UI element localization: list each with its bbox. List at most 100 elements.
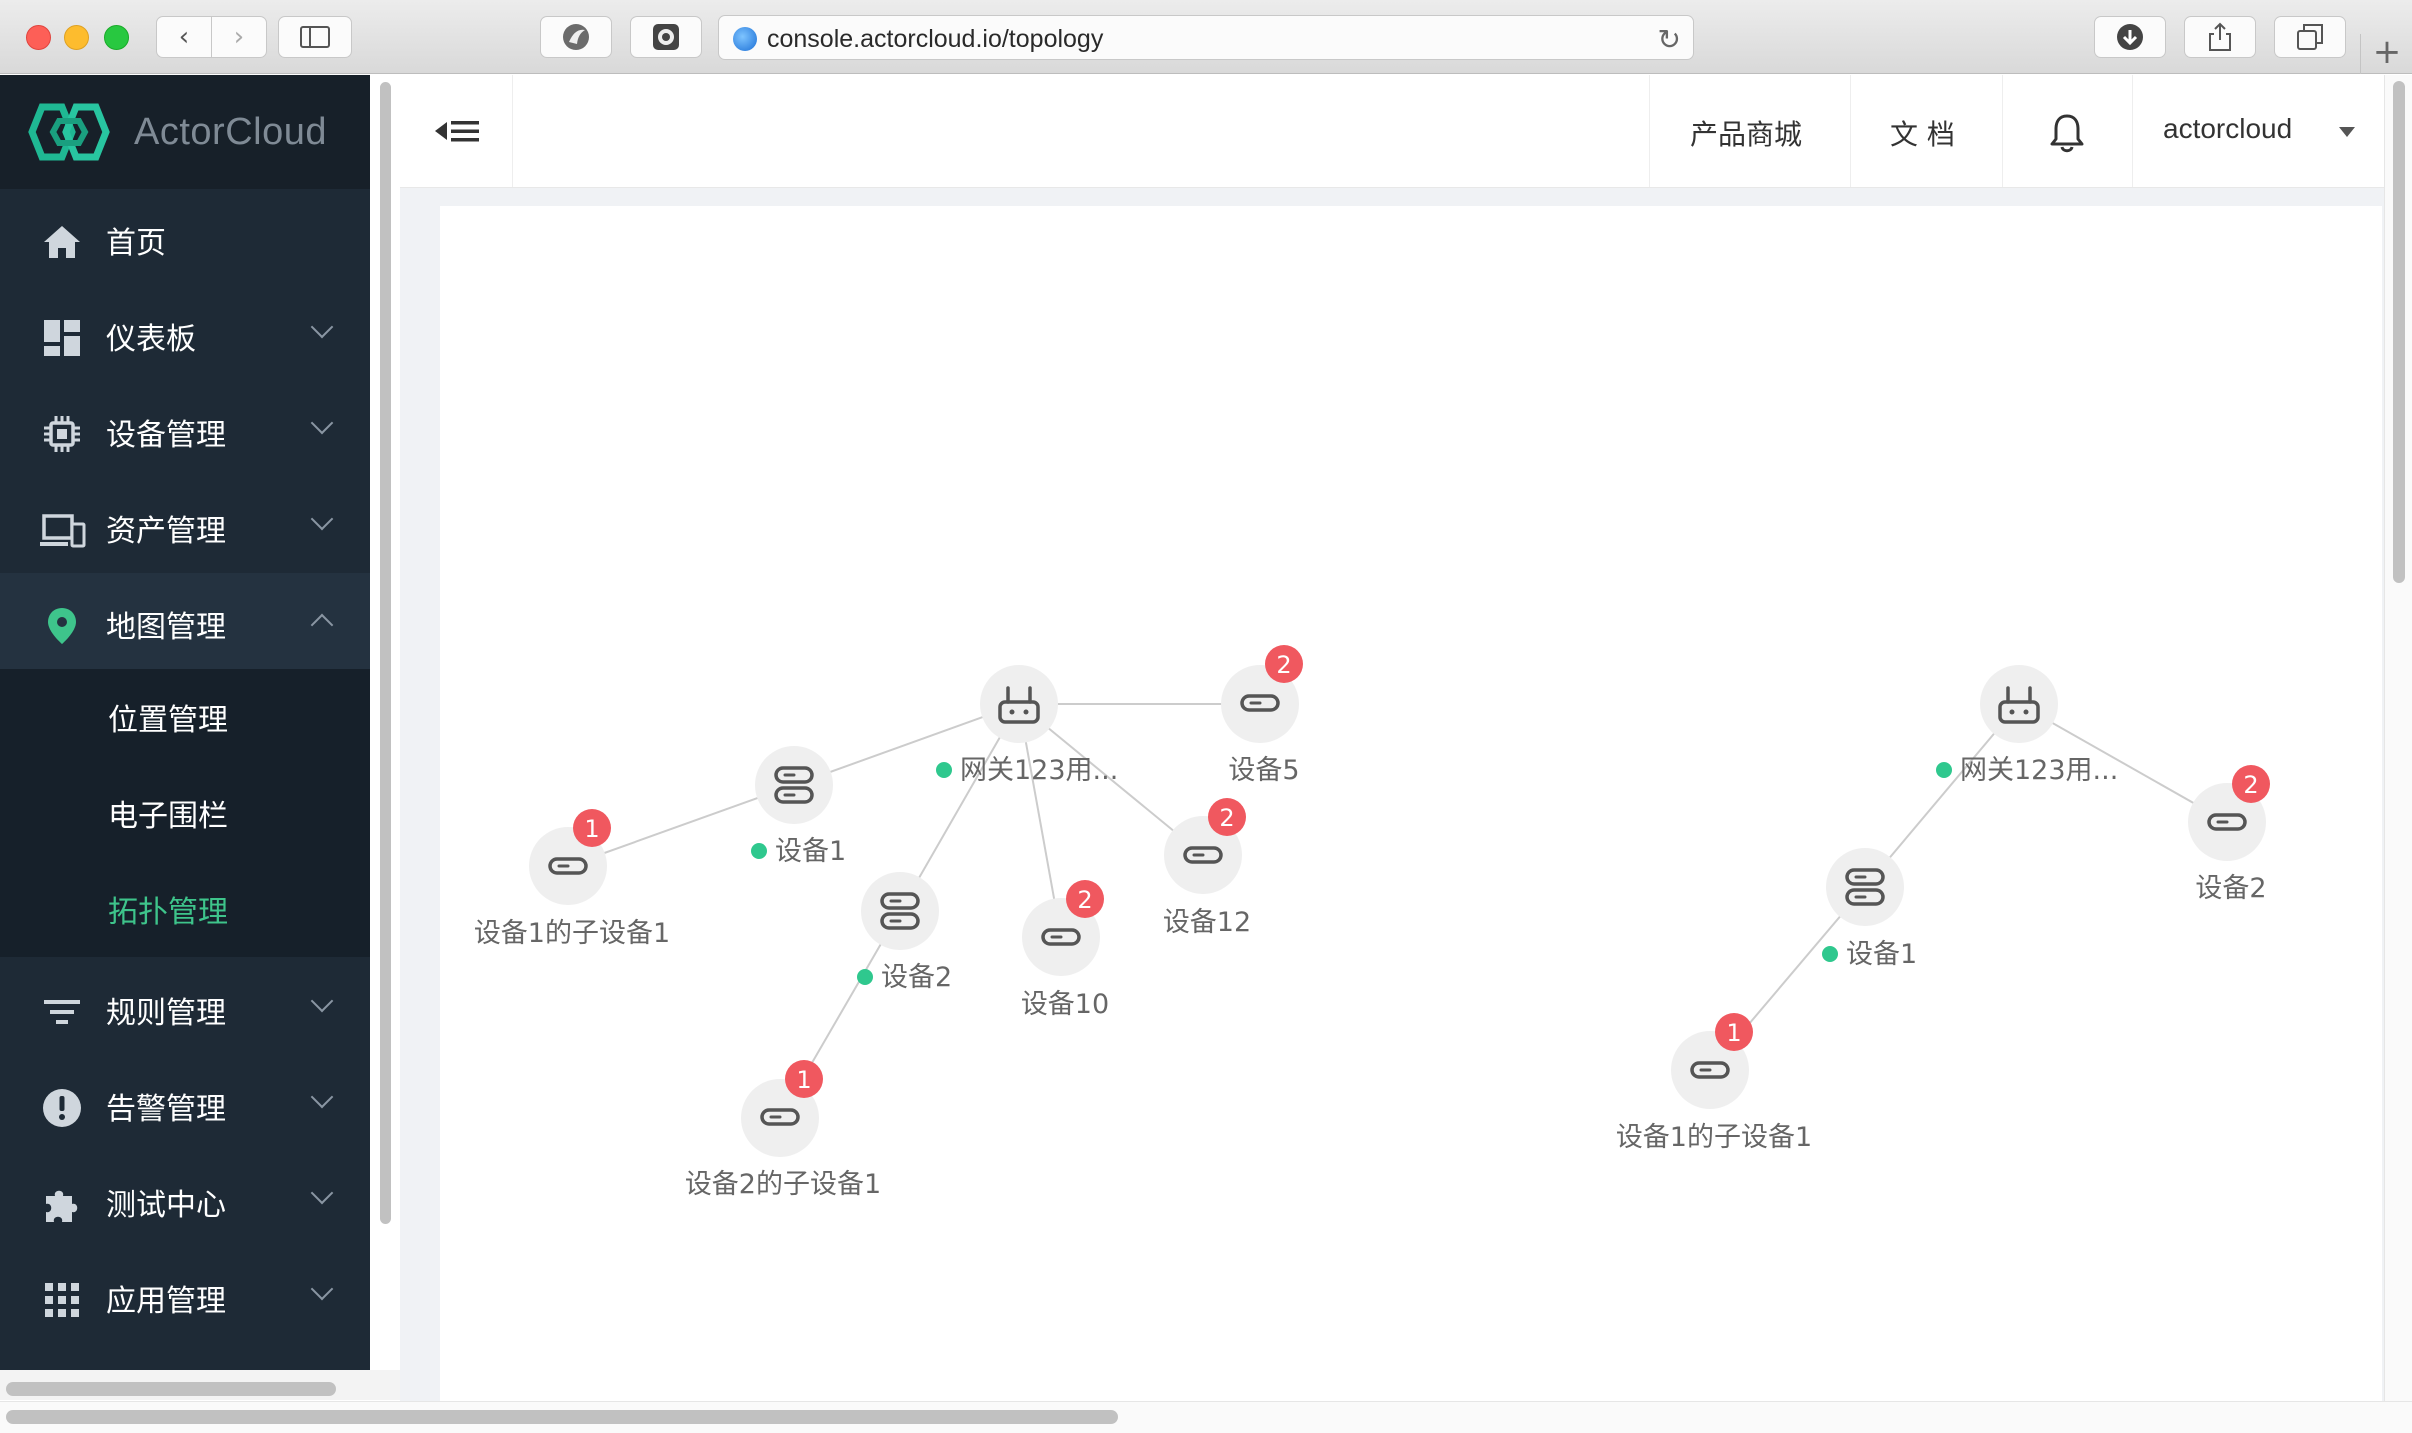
node-label: 网关123用... [1960, 755, 2118, 786]
topology-node-device-group[interactable]: 设备1 [1822, 848, 1917, 970]
online-status-dot [1822, 946, 1838, 962]
sidebar-item-rules[interactable]: 规则管理 [0, 959, 370, 1055]
caret-down-icon [2339, 127, 2355, 137]
dashboard-icon [44, 320, 80, 356]
topology-node-device[interactable]: 2 设备2 [2188, 765, 2270, 904]
extension-button[interactable] [540, 16, 612, 58]
divider [1649, 75, 1650, 187]
product-store-link[interactable]: 产品商城 [1690, 113, 1802, 153]
tabs-icon [2297, 24, 2323, 50]
bird-icon [563, 24, 589, 50]
topology-node-device[interactable]: 2 设备10 [1021, 880, 1109, 1020]
share-button[interactable] [2184, 16, 2256, 58]
topology-node-device-group[interactable]: 设备2 [857, 872, 952, 993]
sidebar-toggle-button[interactable] [278, 16, 352, 58]
scrollbar-thumb[interactable] [6, 1410, 1118, 1424]
topology-node-device[interactable]: 1 设备2的子设备1 [685, 1060, 881, 1200]
topology-graph[interactable]: 网关123用... 2 设备5 设备1 1 设备1的子设备1 设备2 1 设备2… [440, 206, 2382, 1401]
chevron-down-icon [310, 1277, 334, 1301]
scrollbar-thumb[interactable] [380, 82, 391, 1224]
submenu-item-topology[interactable]: 拓扑管理 [0, 861, 370, 957]
divider [1850, 75, 1851, 187]
sidebar-horizontal-scrollbar[interactable] [0, 1370, 400, 1400]
topology-node-device[interactable]: 2 设备12 [1163, 798, 1251, 938]
docs-link[interactable]: 文 档 [1890, 113, 1955, 153]
actorcloud-logo-icon [28, 103, 110, 161]
topology-node-device[interactable]: 1 设备1的子设备1 [1616, 1013, 1812, 1153]
node-label: 设备5 [1228, 755, 1299, 786]
topology-canvas[interactable]: 网关123用... 2 设备5 设备1 1 设备1的子设备1 设备2 1 设备2… [440, 206, 2382, 1401]
map-submenu: 位置管理 电子围栏 拓扑管理 [0, 669, 370, 957]
chevron-down-icon [310, 1085, 334, 1109]
extension-button-2[interactable] [630, 16, 702, 58]
top-header: 产品商城 文 档 actorcloud [400, 75, 2384, 188]
downloads-button[interactable] [2094, 16, 2166, 58]
back-button[interactable]: ‹ [156, 16, 212, 58]
scrollbar-thumb[interactable] [6, 1382, 336, 1396]
badge-count: 1 [1726, 1019, 1741, 1047]
node-label: 设备1的子设备1 [474, 918, 670, 949]
bell-icon[interactable] [2048, 113, 2086, 153]
logo-text: ActorCloud [134, 111, 327, 153]
page-horizontal-scrollbar[interactable] [0, 1401, 2412, 1433]
chevron-down-icon [310, 1181, 334, 1205]
forward-button[interactable]: › [211, 16, 267, 58]
app-logo[interactable]: ActorCloud [0, 75, 370, 189]
sidebar-item-map[interactable]: 地图管理 [0, 573, 370, 669]
puzzle-icon [46, 1190, 78, 1222]
sidebar-item-label: 资产管理 [106, 514, 226, 549]
zoom-window-button[interactable] [104, 25, 129, 50]
minimize-window-button[interactable] [64, 25, 89, 50]
camera-icon [653, 24, 679, 50]
chip-icon [44, 416, 80, 452]
submenu-item-geofence[interactable]: 电子围栏 [0, 765, 370, 861]
page-vertical-scrollbar[interactable] [2384, 75, 2412, 1401]
user-menu[interactable]: actorcloud [2133, 75, 2383, 187]
collapse-sidebar-button[interactable] [400, 75, 513, 187]
submenu-item-label: 拓扑管理 [108, 895, 228, 930]
sidebar-item-testing[interactable]: 测试中心 [0, 1151, 370, 1247]
online-status-dot [857, 969, 873, 985]
topology-node-gateway[interactable]: 网关123用... [1936, 665, 2118, 786]
topology-node-gateway[interactable]: 网关123用... [936, 665, 1118, 786]
new-tab-button[interactable]: + [2360, 34, 2412, 74]
topology-node-device[interactable]: 1 设备1的子设备1 [474, 809, 670, 949]
address-bar[interactable]: console.actorcloud.io/topology ↻ [718, 15, 1694, 60]
alert-icon [43, 1089, 81, 1127]
sidebar-item-apps[interactable]: 应用管理 [0, 1247, 370, 1343]
submenu-item-label: 电子围栏 [108, 799, 228, 834]
submenu-item-location[interactable]: 位置管理 [0, 669, 370, 765]
chevron-down-icon [310, 989, 334, 1013]
node-label: 设备2 [2195, 873, 2266, 904]
sidebar: ActorCloud 首页 仪表板 设备管理 资产管理 地图管理 位置管理 电子… [0, 75, 370, 1370]
sidebar-item-dashboard[interactable]: 仪表板 [0, 285, 370, 381]
sidebar-item-label: 测试中心 [106, 1188, 226, 1223]
sidebar-item-devices[interactable]: 设备管理 [0, 381, 370, 477]
chevron-right-icon: › [233, 22, 245, 52]
menu-collapse-icon [435, 121, 479, 142]
close-window-button[interactable] [26, 25, 51, 50]
sidebar-item-assets[interactable]: 资产管理 [0, 477, 370, 573]
badge-count: 1 [796, 1066, 811, 1094]
apps-grid-icon [45, 1283, 79, 1317]
topology-node-device[interactable]: 2 设备5 [1221, 645, 1303, 786]
chevron-down-icon [310, 315, 334, 339]
devices-icon [40, 514, 86, 548]
sidebar-scrollbar[interactable] [376, 82, 394, 1224]
sidebar-item-label: 地图管理 [106, 610, 226, 645]
topology-node-device-group[interactable]: 设备1 [751, 746, 846, 867]
sidebar-item-alerts[interactable]: 告警管理 [0, 1055, 370, 1151]
node-label: 设备10 [1021, 989, 1109, 1020]
scrollbar-thumb[interactable] [2393, 81, 2405, 583]
sidebar-item-home[interactable]: 首页 [0, 189, 370, 285]
sidebar-item-label: 应用管理 [106, 1284, 226, 1319]
node-label: 设备2 [881, 962, 952, 993]
tabs-overview-button[interactable] [2274, 16, 2346, 58]
browser-toolbar: ‹ › console.actorcloud.io/topology ↻ + [0, 0, 2412, 74]
reload-icon[interactable]: ↻ [1658, 23, 1681, 56]
node-label: 设备1 [1846, 939, 1917, 970]
badge-count: 2 [1219, 804, 1234, 832]
node-label: 设备1的子设备1 [1616, 1122, 1812, 1153]
chevron-down-icon [310, 507, 334, 531]
chevron-down-icon [310, 411, 334, 435]
